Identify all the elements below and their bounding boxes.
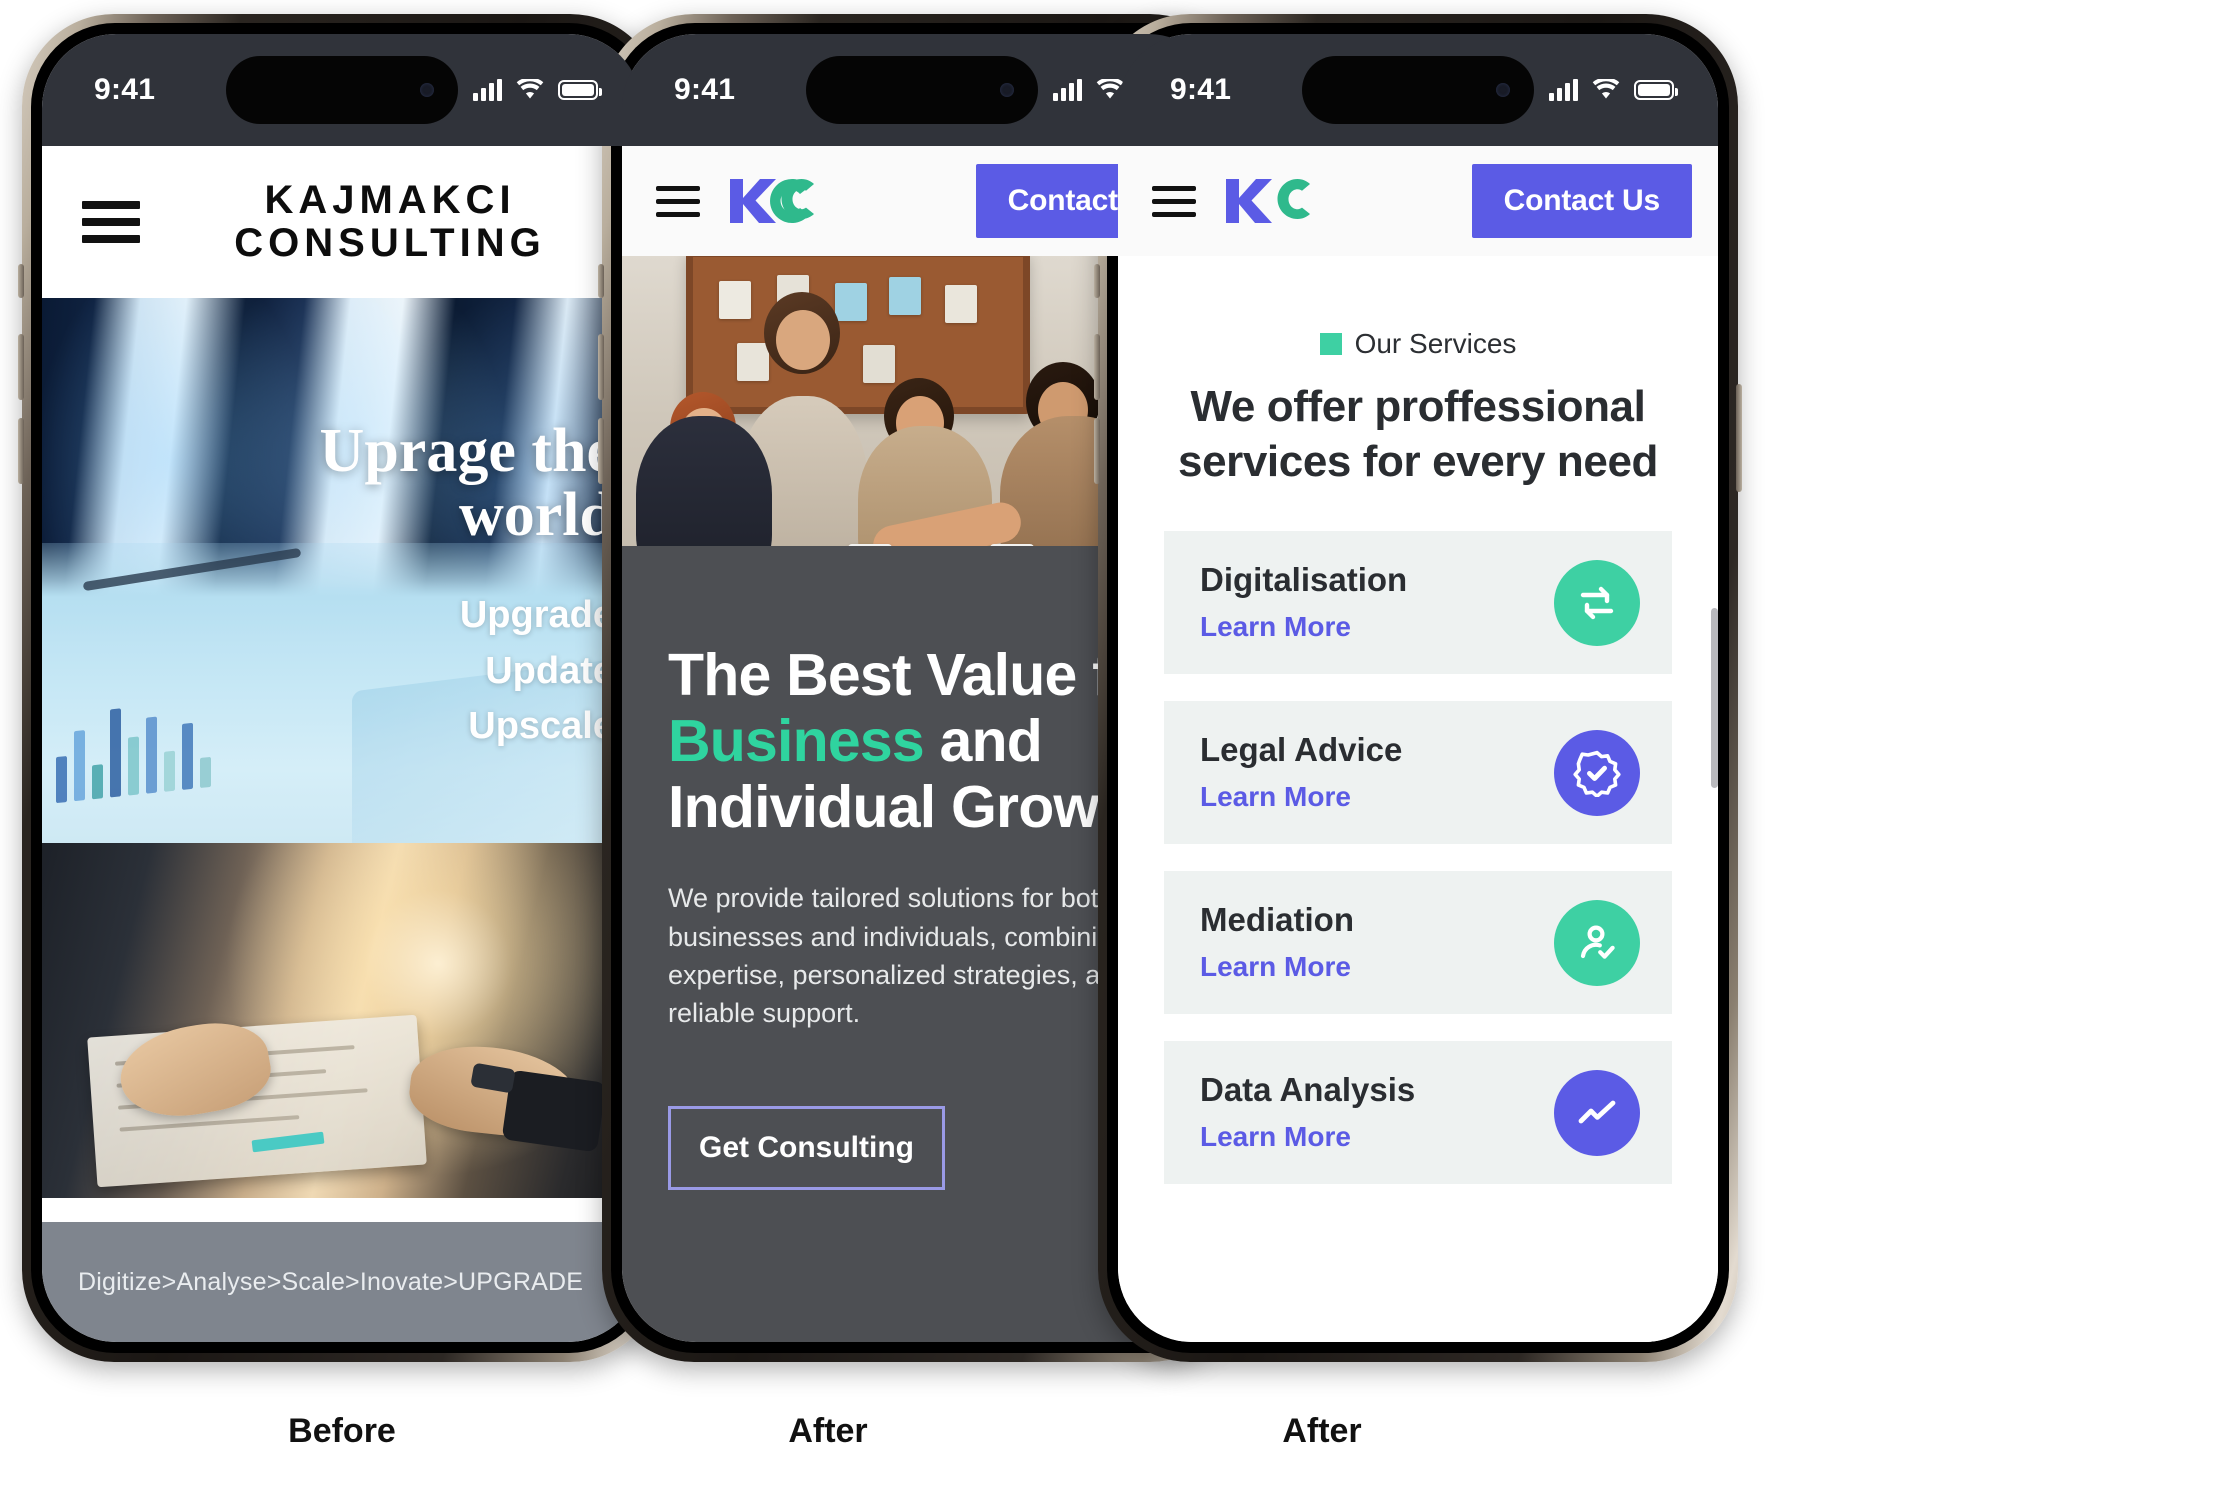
battery-icon [558, 80, 602, 100]
page-content-before: KAJMAKCI CONSULTING Uprage the world Upg… [42, 146, 642, 1342]
page-content-after-services: Contact Us Our Services We offer proffes… [1118, 146, 1718, 1342]
suit-cuff-prop [501, 1069, 607, 1153]
dynamic-island [226, 56, 458, 124]
silent-switch[interactable] [598, 264, 604, 298]
signal-bars-icon [473, 79, 502, 101]
service-card-title: Digitalisation [1200, 560, 1408, 598]
services-title: We offer proffessional services for ever… [1178, 382, 1658, 486]
volume-up-button[interactable] [598, 334, 604, 400]
footer-tagline-bar-before: Digitize>Analyse>Scale>Inovate>UPGRADE [42, 1222, 642, 1342]
brand-line-1: KAJMAKCI [264, 178, 516, 223]
front-camera-icon [1000, 83, 1014, 97]
front-camera-icon [420, 83, 434, 97]
chart-prop [56, 699, 211, 804]
get-consulting-button[interactable]: Get Consulting [668, 1105, 945, 1190]
wifi-icon [516, 79, 544, 99]
services-eyebrow: Our Services [1118, 328, 1718, 360]
wifi-icon [1592, 79, 1620, 99]
learn-more-link[interactable]: Learn More [1200, 951, 1554, 983]
services-eyebrow-label: Our Services [1354, 328, 1517, 359]
square-bullet-icon [1319, 333, 1342, 355]
pen-prop [82, 547, 302, 592]
page-scrollbar[interactable] [1711, 608, 1718, 788]
service-card-title: Data Analysis [1200, 1070, 1416, 1108]
secondary-photo-before [42, 843, 642, 1198]
volume-down-button[interactable] [1094, 418, 1100, 484]
service-card-data-analysis[interactable]: Data Analysis Learn More [1164, 1041, 1672, 1185]
power-button[interactable] [1736, 384, 1742, 492]
screen-after-services: 9:41 Contact Us Our Services We offer pr… [1118, 34, 1718, 1342]
hero-copy-before: Uprage the world Upgrade Update Upscale [274, 417, 614, 756]
comparison-stage: 9:41 KAJMAKCI CONSULTING Uprage the worl… [0, 0, 2226, 1494]
status-bar: 9:41 [1118, 34, 1718, 146]
status-bar-indicators [1549, 79, 1678, 101]
site-nav-after-services: Contact Us [1118, 146, 1718, 256]
volume-down-button[interactable] [18, 418, 24, 484]
signal-bars-icon [1053, 79, 1082, 101]
services-card-list: Digitalisation Learn More Legal Advice L… [1118, 531, 1718, 1185]
silent-switch[interactable] [18, 264, 24, 298]
hero-paragraph-after: We provide tailored solutions for both b… [668, 883, 1131, 1029]
volume-up-button[interactable] [1094, 334, 1100, 400]
learn-more-link[interactable]: Learn More [1200, 1121, 1554, 1153]
learn-more-link[interactable]: Learn More [1200, 781, 1554, 813]
phone-mockup-after-services: 9:41 Contact Us Our Services We offer pr… [1094, 14, 1742, 1362]
phone-mockup-before: 9:41 KAJMAKCI CONSULTING Uprage the worl… [18, 14, 666, 1362]
trending-up-icon [1554, 1069, 1640, 1156]
status-bar: 9:41 [42, 34, 642, 146]
hamburger-menu-icon[interactable] [656, 185, 700, 217]
user-check-icon [1554, 899, 1640, 986]
hero-image-before: Uprage the world Upgrade Update Upscale [42, 298, 642, 843]
hero-list-item: Upscale [468, 705, 614, 748]
dynamic-island [806, 56, 1038, 124]
phone-bezel: 9:41 [31, 23, 653, 1353]
kc-logo-icon[interactable] [726, 173, 818, 229]
silent-switch[interactable] [1094, 264, 1100, 298]
repeat-arrows-icon [1554, 559, 1640, 646]
status-bar-time: 9:41 [94, 73, 156, 106]
contact-us-button[interactable]: Contact Us [1471, 164, 1692, 238]
kc-logo-icon[interactable] [1222, 173, 1314, 229]
battery-icon [1634, 80, 1678, 100]
hero-list-before: Upgrade Update Upscale [274, 588, 614, 756]
status-bar-time: 9:41 [674, 73, 736, 106]
signal-bars-icon [1549, 79, 1578, 101]
corkboard-prop [686, 256, 1030, 414]
learn-more-link[interactable]: Learn More [1200, 611, 1554, 643]
hero-list-item: Upgrade [459, 593, 614, 636]
service-card-title: Mediation [1200, 900, 1354, 938]
caption-after-services: After [1282, 1412, 1362, 1450]
volume-up-button[interactable] [18, 334, 24, 400]
status-bar-indicators [473, 79, 602, 101]
hero-headline-part-1: The Best Value for [668, 641, 1169, 708]
footer-tagline-before: Digitize>Analyse>Scale>Inovate>UPGRADE [78, 1267, 584, 1296]
caption-after-hero: After [788, 1412, 868, 1450]
dynamic-island [1302, 56, 1534, 124]
screen-before: 9:41 KAJMAKCI CONSULTING Uprage the worl… [42, 34, 642, 1342]
service-card-mediation[interactable]: Mediation Learn More [1164, 871, 1672, 1015]
service-card-legal-advice[interactable]: Legal Advice Learn More [1164, 701, 1672, 845]
front-camera-icon [1496, 83, 1510, 97]
hero-list-item: Update [485, 649, 614, 692]
hamburger-menu-icon[interactable] [82, 201, 140, 243]
brand-line-2: CONSULTING [234, 221, 546, 265]
services-section: Our Services We offer proffessional serv… [1118, 328, 1718, 1342]
hero-headline-accent: Business [668, 707, 925, 774]
hero-headline-before: Uprage the world [319, 417, 614, 549]
caption-before: Before [288, 1412, 396, 1450]
service-card-title: Legal Advice [1200, 730, 1403, 768]
hamburger-menu-icon[interactable] [1152, 185, 1196, 217]
phone-bezel: 9:41 [1107, 23, 1729, 1353]
volume-down-button[interactable] [598, 418, 604, 484]
person-face [776, 310, 830, 370]
status-bar-time: 9:41 [1170, 73, 1232, 106]
site-header-before: KAJMAKCI CONSULTING [42, 146, 642, 298]
site-brand-before: KAJMAKCI CONSULTING [158, 179, 622, 265]
badge-check-icon [1554, 729, 1640, 816]
service-card-digitalisation[interactable]: Digitalisation Learn More [1164, 531, 1672, 675]
